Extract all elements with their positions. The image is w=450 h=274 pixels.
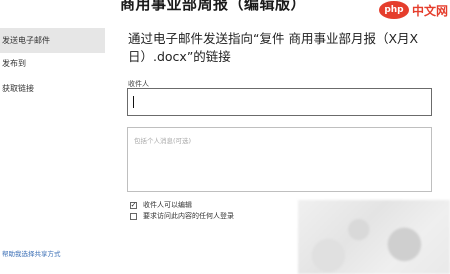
require-signin-checkbox[interactable] xyxy=(130,212,137,220)
share-sidebar: 发送电子邮件 发布到 获取链接 帮助我选择共享方式 xyxy=(0,28,105,274)
allow-edit-checkbox[interactable]: ✓ xyxy=(130,201,137,209)
sidebar-item-get-link[interactable]: 获取链接 xyxy=(0,76,105,101)
blurred-region xyxy=(298,200,450,274)
recipient-input[interactable] xyxy=(127,88,432,116)
watermark-text: 中文网 xyxy=(411,3,448,18)
require-signin-label: 要求访问此内容的任何人登录 xyxy=(143,212,234,220)
allow-edit-row[interactable]: ✓ 收件人可以编辑 xyxy=(130,200,192,210)
text-caret xyxy=(133,96,134,108)
require-signin-row[interactable]: 要求访问此内容的任何人登录 xyxy=(130,211,234,221)
watermark: php 中文网 xyxy=(378,0,448,20)
window-title: 商用事业部周报（编辑版） xyxy=(120,0,307,13)
sidebar-item-send-email[interactable]: 发送电子邮件 xyxy=(0,28,105,53)
help-choose-share-link[interactable]: 帮助我选择共享方式 xyxy=(2,248,61,258)
message-textarea[interactable]: 包括个人消息(可选) xyxy=(127,127,432,192)
page-heading: 通过电子邮件发送指向“复件 商用事业部月报（X月X日）.docx”的链接 xyxy=(128,31,419,64)
php-logo: php xyxy=(378,1,409,19)
sidebar-item-publish[interactable]: 发布到 xyxy=(0,51,105,76)
allow-edit-label: 收件人可以编辑 xyxy=(143,201,192,209)
message-placeholder: 包括个人消息(可选) xyxy=(134,137,192,145)
